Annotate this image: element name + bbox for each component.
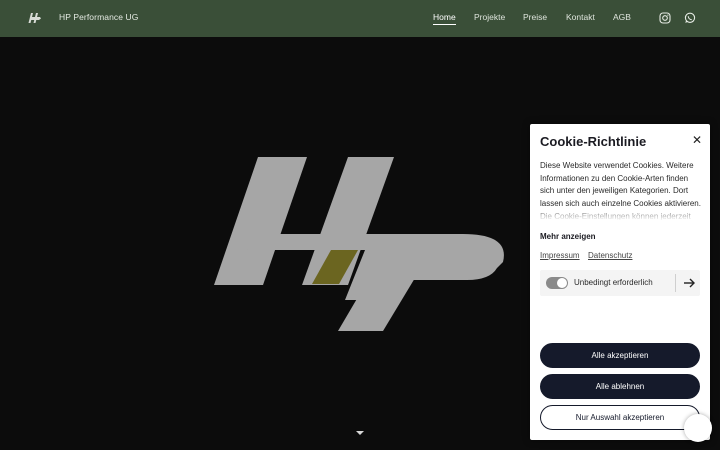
instagram-icon[interactable] — [659, 12, 671, 24]
category-divider — [675, 274, 676, 292]
accept-selection-button[interactable]: Nur Auswahl akzeptieren — [540, 405, 700, 430]
nav-active-underline — [433, 24, 456, 25]
cookie-title: Cookie-Richtlinie — [540, 134, 647, 149]
show-more-link[interactable]: Mehr anzeigen — [540, 232, 596, 241]
nav-kontakt[interactable]: Kontakt — [566, 12, 595, 22]
nav-home[interactable]: Home — [433, 12, 456, 25]
whatsapp-icon[interactable] — [684, 12, 696, 24]
main-nav: Home Projekte Preise Kontakt AGB — [0, 12, 720, 26]
toggle-knob — [557, 278, 567, 288]
close-icon[interactable]: ✕ — [690, 133, 704, 147]
site-header: HP Performance UG Home Projekte Preise K… — [0, 0, 720, 37]
cookie-consent-panel: Cookie-Richtlinie ✕ Diese Website verwen… — [530, 124, 710, 440]
cookie-description-wrap: Diese Website verwendet Cookies. Weitere… — [540, 160, 702, 220]
category-label: Unbedingt erforderlich — [574, 278, 653, 287]
description-fade — [540, 206, 702, 220]
scroll-down-icon[interactable] — [356, 431, 364, 435]
nav-projekte[interactable]: Projekte — [474, 12, 505, 22]
nav-preise[interactable]: Preise — [523, 12, 547, 22]
hp-logo — [214, 157, 504, 331]
cookie-category-necessary: Unbedingt erforderlich — [540, 270, 700, 296]
accept-all-button[interactable]: Alle akzeptieren — [540, 343, 700, 368]
datenschutz-link[interactable]: Datenschutz — [588, 251, 632, 260]
reject-all-button[interactable]: Alle ablehnen — [540, 374, 700, 399]
nav-agb[interactable]: AGB — [613, 12, 631, 22]
necessary-toggle[interactable] — [546, 277, 568, 289]
arrow-right-icon[interactable] — [682, 276, 696, 290]
nav-home-label: Home — [433, 12, 456, 22]
cookie-settings-button[interactable] — [684, 414, 712, 442]
impressum-link[interactable]: Impressum — [540, 251, 580, 260]
